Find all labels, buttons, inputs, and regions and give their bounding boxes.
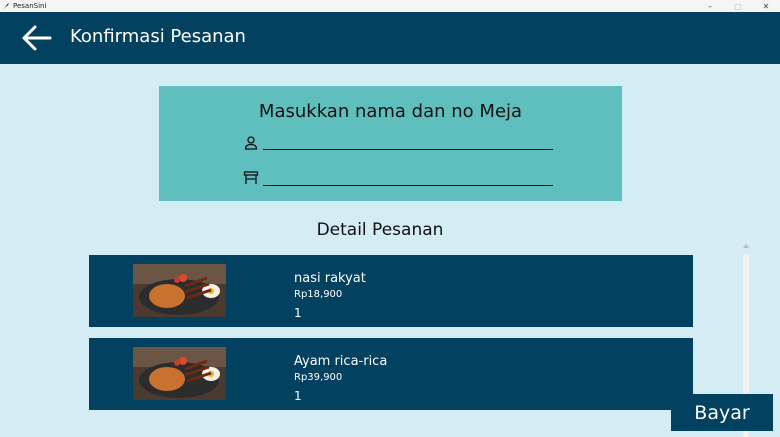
name-input[interactable] bbox=[263, 132, 553, 150]
page-title: Konfirmasi Pesanan bbox=[70, 26, 246, 47]
order-item-name: nasi rakyat bbox=[294, 271, 366, 286]
pay-button[interactable]: Bayar bbox=[671, 394, 773, 431]
order-details-title: Detail Pesanan bbox=[316, 220, 444, 240]
order-item-price: Rp18,900 bbox=[294, 289, 343, 300]
minimize-button[interactable]: – bbox=[696, 0, 724, 12]
table-number-input[interactable] bbox=[263, 168, 553, 186]
customer-form-card: Masukkan nama dan no Meja bbox=[159, 86, 622, 201]
order-item-quantity: 1 bbox=[294, 389, 302, 403]
person-icon bbox=[244, 136, 258, 150]
arrow-left-icon[interactable] bbox=[20, 24, 54, 52]
table-icon bbox=[243, 171, 259, 184]
order-item: nasi rakyat Rp18,900 1 bbox=[89, 255, 693, 327]
food-photo-ayam-rica-rica bbox=[133, 347, 226, 400]
order-item-quantity: 1 bbox=[294, 306, 302, 320]
window-titlebar: PesanSini – □ ✕ bbox=[0, 0, 780, 12]
order-item-price: Rp39,900 bbox=[294, 372, 343, 383]
app-feather-icon bbox=[3, 2, 9, 10]
window-title: PesanSini bbox=[13, 2, 47, 10]
close-button[interactable]: ✕ bbox=[752, 0, 780, 12]
app-bar: Konfirmasi Pesanan bbox=[0, 12, 780, 64]
maximize-button[interactable]: □ bbox=[724, 0, 752, 12]
order-item-name: Ayam rica-rica bbox=[294, 354, 388, 369]
scroll-up-icon[interactable] bbox=[743, 244, 749, 248]
order-item: Ayam rica-rica Rp39,900 1 bbox=[89, 338, 693, 410]
form-heading: Masukkan nama dan no Meja bbox=[258, 101, 523, 122]
food-photo-nasi-rakyat bbox=[133, 264, 226, 317]
window-controls: – □ ✕ bbox=[696, 0, 780, 12]
